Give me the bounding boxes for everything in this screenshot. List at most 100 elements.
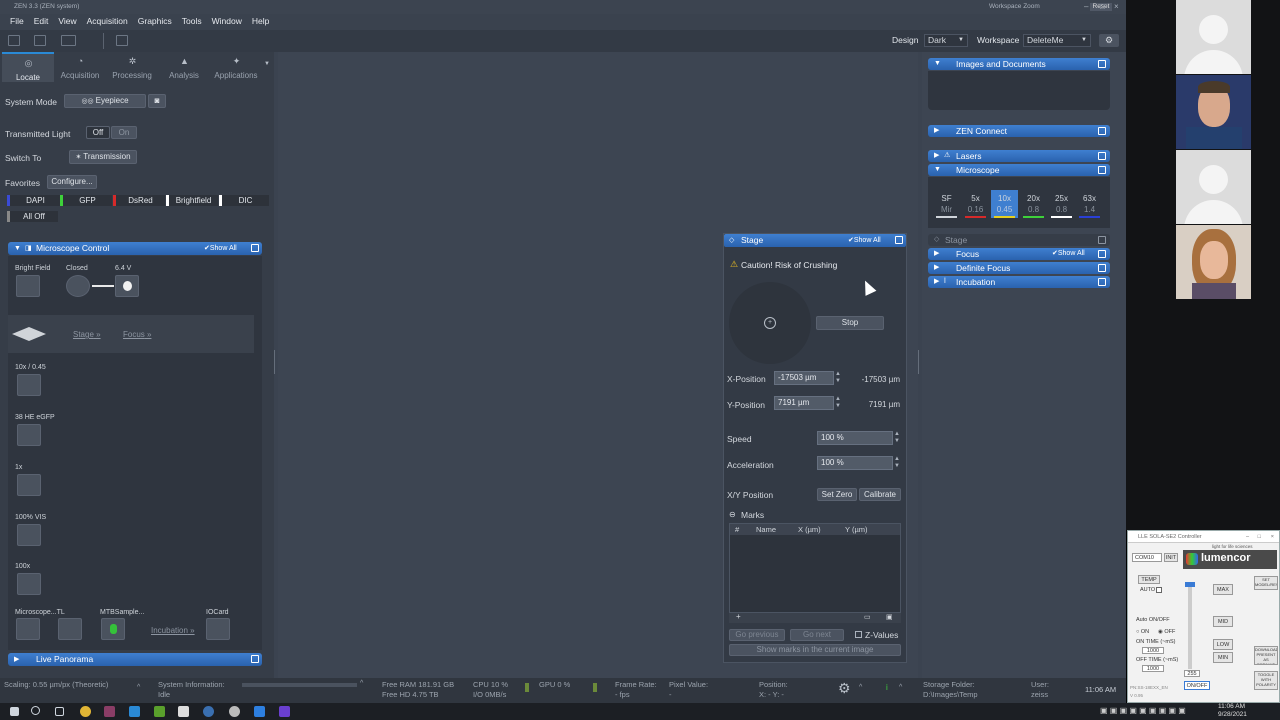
chevron-up-icon[interactable]: ^ xyxy=(899,684,902,691)
min-button[interactable]: MIN xyxy=(1213,652,1233,663)
transmitted-on-button[interactable]: On xyxy=(111,126,137,139)
intensity-slider-track[interactable] xyxy=(1188,583,1192,669)
condenser-icon[interactable] xyxy=(16,275,40,297)
lamp-icon[interactable] xyxy=(115,275,139,297)
menu-window[interactable]: Window xyxy=(207,14,247,29)
minimize-icon[interactable]: – xyxy=(1084,0,1088,14)
undock-icon[interactable] xyxy=(1098,60,1106,68)
calibrate-button[interactable]: Calibrate xyxy=(859,488,901,501)
undock-icon[interactable] xyxy=(1098,166,1106,174)
optovar-icon[interactable] xyxy=(17,474,41,496)
save-marks-icon[interactable]: ▣ xyxy=(886,613,893,621)
incubation-header[interactable]: ▶ ǀ Incubation xyxy=(928,276,1110,288)
low-button[interactable]: LOW xyxy=(1213,639,1233,650)
toggle-polarity-button[interactable]: TOGGLE WITH POLARITY xyxy=(1254,671,1278,690)
all-off-button[interactable]: All Off xyxy=(7,211,58,222)
acceleration-stepper[interactable]: ▲ ▼ xyxy=(894,456,900,470)
open-folder-icon[interactable] xyxy=(8,35,20,46)
tab-analysis[interactable]: ▲ Analysis xyxy=(158,52,210,82)
off-radio[interactable]: ◉ OFF xyxy=(1158,629,1175,635)
show-all-toggle[interactable]: ✔Show All xyxy=(848,234,881,247)
off-time-input[interactable]: 1000 xyxy=(1142,665,1164,672)
stage-link[interactable]: Stage » xyxy=(73,330,101,339)
filter-gfp-button[interactable]: GFP xyxy=(60,195,112,206)
stage-tool-header[interactable]: ◇ Stage xyxy=(928,234,1110,246)
stage-joystick[interactable]: + xyxy=(729,282,811,364)
temp-button[interactable]: TEMP xyxy=(1138,575,1160,584)
chrome-icon[interactable] xyxy=(80,706,91,717)
show-all-toggle[interactable]: ✔Show All xyxy=(204,242,237,255)
undock-icon[interactable] xyxy=(1098,236,1106,244)
eyepiece-mag-icon[interactable] xyxy=(17,573,41,595)
undock-icon[interactable] xyxy=(251,244,259,252)
configure-button[interactable]: Configure... xyxy=(47,175,97,189)
undock-icon[interactable] xyxy=(895,236,903,244)
close-icon[interactable]: × xyxy=(1271,531,1274,543)
live-panorama-header[interactable]: ▶ Live Panorama xyxy=(8,653,262,666)
go-previous-button[interactable]: Go previous xyxy=(729,629,785,641)
focus-link[interactable]: Focus » xyxy=(123,330,151,339)
transmitted-off-button[interactable]: Off xyxy=(86,126,110,139)
menu-graphics[interactable]: Graphics xyxy=(133,14,177,29)
acceleration-input[interactable]: 100 % xyxy=(817,456,893,470)
objective-sf-button[interactable]: SF Mir xyxy=(933,190,960,218)
stage-panel-header[interactable]: ◇ Stage ✔Show All xyxy=(724,234,906,247)
zen-connect-header[interactable]: ▶ ZEN Connect xyxy=(928,125,1110,137)
com-port-select[interactable]: COM10 xyxy=(1132,553,1162,562)
objective-63x-button[interactable]: 63x 1.4 xyxy=(1076,190,1103,218)
zoom-icon[interactable] xyxy=(254,706,265,717)
x-position-input[interactable]: -17503 µm xyxy=(774,371,834,385)
menu-edit[interactable]: Edit xyxy=(29,14,54,29)
joystick-center-icon[interactable]: + xyxy=(764,317,776,329)
layout-icon[interactable] xyxy=(61,35,76,46)
search-icon[interactable] xyxy=(31,706,40,715)
speed-input[interactable]: 100 % xyxy=(817,431,893,445)
chevron-up-icon[interactable]: ^ xyxy=(360,680,363,687)
close-icon[interactable]: × xyxy=(1114,0,1119,14)
objective-icon[interactable] xyxy=(17,374,41,396)
objective-10x-button[interactable]: 10x 0.45 xyxy=(991,190,1018,218)
open-marks-icon[interactable]: ▭ xyxy=(864,613,871,621)
tab-locate[interactable]: ◎ Locate xyxy=(2,52,54,82)
z-values-checkbox[interactable] xyxy=(855,631,862,638)
tab-applications[interactable]: ✦ Applications xyxy=(210,52,262,82)
microscope-tl-icon[interactable] xyxy=(16,618,40,640)
mtb-sample-icon[interactable] xyxy=(101,618,125,640)
init-button[interactable]: INIT xyxy=(1164,553,1178,562)
minimize-icon[interactable]: – xyxy=(1246,531,1249,543)
filter-brightfield-button[interactable]: Brightfield xyxy=(166,195,218,206)
filter-dic-button[interactable]: DIC xyxy=(219,195,269,206)
iocard-icon[interactable] xyxy=(206,618,230,640)
maximize-icon[interactable]: □ xyxy=(1258,531,1261,543)
tool-icon[interactable] xyxy=(154,706,165,717)
undock-icon[interactable] xyxy=(1098,152,1106,160)
show-marks-button[interactable]: Show marks in the current image xyxy=(729,644,901,656)
participant-avatar-placeholder[interactable] xyxy=(1176,150,1251,224)
camera-button[interactable]: ◙ xyxy=(148,94,166,108)
y-stepper[interactable]: ▲ ▼ xyxy=(835,396,841,410)
go-next-button[interactable]: Go next xyxy=(790,629,844,641)
undock-icon[interactable] xyxy=(1098,264,1106,272)
images-documents-header[interactable]: ▼ Images and Documents xyxy=(928,58,1110,70)
tabs-overflow-icon[interactable]: ▼ xyxy=(264,61,270,67)
set-model-button[interactable]: SET MODEL/REV xyxy=(1254,576,1278,590)
tab-processing[interactable]: ✲ Processing xyxy=(106,52,158,82)
on-time-input[interactable]: 1000 xyxy=(1142,647,1164,654)
microscope-header[interactable]: ▼ Microscope xyxy=(928,164,1110,176)
max-button[interactable]: MAX xyxy=(1213,584,1233,595)
task-view-icon[interactable] xyxy=(55,707,64,716)
marks-collapse-icon[interactable]: ⊖ xyxy=(729,510,736,519)
speed-stepper[interactable]: ▲ ▼ xyxy=(894,431,900,445)
undock-icon[interactable] xyxy=(1098,278,1106,286)
notepad-icon[interactable] xyxy=(178,706,189,717)
undock-icon[interactable] xyxy=(1098,127,1106,135)
y-position-input[interactable]: 7191 µm xyxy=(774,396,834,410)
intensity-slider-thumb[interactable] xyxy=(1185,582,1195,587)
mid-button[interactable]: MID xyxy=(1213,616,1233,627)
definite-focus-header[interactable]: ▶ Definite Focus xyxy=(928,262,1110,274)
system-tray-icons[interactable]: ▣ ▣ ▣ ▣ ▣ ▣ ▣ ▣ ▣ xyxy=(1100,706,1186,715)
settings-gear-icon[interactable]: ⚙ xyxy=(838,680,851,697)
zen-icon[interactable] xyxy=(203,706,214,717)
info-icon[interactable]: i xyxy=(886,683,888,692)
filter-dsred-button[interactable]: DsRed xyxy=(113,195,165,206)
